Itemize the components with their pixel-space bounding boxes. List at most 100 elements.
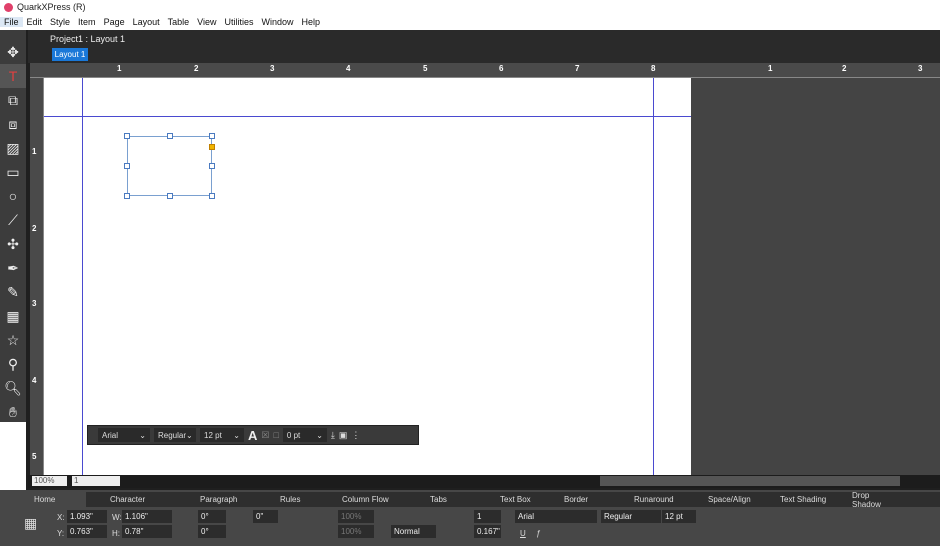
style-dropdown-palette[interactable]: Regular <box>601 510 661 523</box>
menu-edit[interactable]: Edit <box>23 17 47 27</box>
h-label: H: <box>112 529 120 538</box>
picture-content-icon[interactable]: ▨ <box>0 136 26 160</box>
menu-style[interactable]: Style <box>46 17 74 27</box>
text-content-icon[interactable]: T <box>0 64 26 88</box>
more-options-icon[interactable]: ⋮ <box>351 430 360 441</box>
resize-handle[interactable] <box>124 133 130 139</box>
menu-item[interactable]: Item <box>74 17 100 27</box>
tab-home[interactable]: Home <box>10 492 86 507</box>
margin-guide-left[interactable] <box>82 78 83 475</box>
vertical-ruler[interactable]: 1 2 3 4 5 <box>30 78 44 475</box>
x-label: X: <box>57 513 65 522</box>
resize-handle[interactable] <box>209 133 215 139</box>
opacity-field-2[interactable]: 100% <box>338 525 374 538</box>
zoom-icon[interactable]: 🔍︎ <box>0 376 26 400</box>
menu-window[interactable]: Window <box>258 17 298 27</box>
underline-icon[interactable]: U <box>520 529 526 538</box>
frame-color-icon[interactable]: □ <box>273 430 278 440</box>
y-field[interactable]: 0.763" <box>67 525 107 538</box>
corner-radius-field[interactable]: 0" <box>253 510 278 523</box>
tab-runaround[interactable]: Runaround <box>610 492 684 507</box>
text-color-icon[interactable]: A <box>248 428 257 443</box>
ruler-label: 1 <box>32 147 37 156</box>
size-dropdown[interactable]: 12 pt ⌄ <box>200 428 244 442</box>
project-title-bar: Project1 : Layout 1 <box>28 30 940 48</box>
horizontal-ruler[interactable]: 1 2 3 4 5 6 7 8 1 2 3 <box>30 63 940 78</box>
ruler-label: 2 <box>194 64 199 73</box>
tab-space-align[interactable]: Space/Align <box>684 492 756 507</box>
tab-text-shading[interactable]: Text Shading <box>756 492 828 507</box>
reference-point-icon[interactable]: ▦ <box>24 515 37 532</box>
size-value: 12 pt <box>204 430 222 440</box>
move-icon[interactable]: ✥ <box>0 40 26 64</box>
font-dropdown-palette[interactable]: Arial <box>515 510 597 523</box>
x-field[interactable]: 1.093" <box>67 510 107 523</box>
linking-icon[interactable]: ⧉ <box>0 88 26 112</box>
overflow-indicator[interactable] <box>209 144 215 150</box>
stroke-width-dropdown[interactable]: 0 pt ⌄ <box>282 428 327 442</box>
h-field[interactable]: 0.78" <box>122 525 172 538</box>
resize-handle[interactable] <box>209 163 215 169</box>
ruler-label: 2 <box>842 64 847 73</box>
resize-handle[interactable] <box>124 163 130 169</box>
stroke-value: 0 pt <box>286 430 301 440</box>
app-title: QuarkXPress (R) <box>17 2 86 12</box>
menu-table[interactable]: Table <box>164 17 194 27</box>
text-box[interactable] <box>124 133 215 199</box>
rectangle-box-icon[interactable]: ▭ <box>0 160 26 184</box>
tools-palette: ✥ T ⧉ ⧈ ▨ ▭ ○ ⟋ ✣ ✒ ✎ ▦ ☆ ⚲ 🔍︎ ✋︎ <box>0 30 26 422</box>
pencil-icon[interactable]: ✎ <box>0 280 26 304</box>
size-dropdown-palette[interactable]: 12 pt <box>662 510 696 523</box>
menu-file[interactable]: File <box>0 17 23 27</box>
star-icon[interactable]: ☆ <box>0 328 26 352</box>
tab-text-box[interactable]: Text Box <box>476 492 540 507</box>
tab-rules[interactable]: Rules <box>256 492 318 507</box>
gutter-field[interactable]: 0.167" <box>474 525 501 538</box>
menu-page[interactable]: Page <box>100 17 129 27</box>
blend-mode-dropdown[interactable]: Normal <box>391 525 436 538</box>
ruler-label: 1 <box>768 64 773 73</box>
tab-character[interactable]: Character <box>86 492 176 507</box>
eyedropper-icon[interactable]: ⚲ <box>0 352 26 376</box>
menu-utilities[interactable]: Utilities <box>221 17 258 27</box>
oval-box-icon[interactable]: ○ <box>0 184 26 208</box>
columns-field[interactable]: 1 <box>474 510 501 523</box>
resize-handle[interactable] <box>167 133 173 139</box>
font-dropdown[interactable]: Arial ⌄ <box>98 428 150 442</box>
tab-border[interactable]: Border <box>540 492 610 507</box>
table-icon[interactable]: ▦ <box>0 304 26 328</box>
tab-column-flow[interactable]: Column Flow <box>318 492 406 507</box>
pen-icon[interactable]: ✒ <box>0 256 26 280</box>
title-bar: QuarkXPress (R) <box>0 0 940 14</box>
opacity-field[interactable]: 100% <box>338 510 374 523</box>
unlinking-icon[interactable]: ⧈ <box>0 112 26 136</box>
resize-handle[interactable] <box>209 193 215 199</box>
angle-field[interactable]: 0° <box>198 510 226 523</box>
bezier-icon[interactable]: ✣ <box>0 232 26 256</box>
tab-paragraph[interactable]: Paragraph <box>176 492 256 507</box>
menu-help[interactable]: Help <box>298 17 325 27</box>
page-field[interactable]: 1 <box>72 476 120 486</box>
tab-tabs[interactable]: Tabs <box>406 492 476 507</box>
hand-icon[interactable]: ✋︎ <box>0 400 26 424</box>
import-icon[interactable]: ⤓ <box>331 430 335 441</box>
tab-layout-1[interactable]: Layout 1 <box>52 48 88 61</box>
ruler-label: 6 <box>499 64 504 73</box>
menu-layout[interactable]: Layout <box>129 17 164 27</box>
w-field[interactable]: 1.106" <box>122 510 172 523</box>
no-fill-icon[interactable]: ☒ <box>261 430 269 441</box>
resize-handle[interactable] <box>167 193 173 199</box>
zoom-field[interactable]: 100% <box>32 476 67 486</box>
margin-guide-right[interactable] <box>653 78 654 475</box>
resize-handle[interactable] <box>124 193 130 199</box>
margin-guide-top[interactable] <box>44 116 691 117</box>
style-dropdown[interactable]: Regular ⌄ <box>154 428 196 442</box>
skew-field[interactable]: 0° <box>198 525 226 538</box>
line-icon[interactable]: ⟋ <box>0 208 26 232</box>
ruler-label: 5 <box>423 64 428 73</box>
horizontal-scrollbar[interactable] <box>600 476 900 486</box>
fit-frame-icon[interactable]: ▣ <box>339 430 348 441</box>
function-icon[interactable]: ƒ <box>536 529 540 538</box>
menu-view[interactable]: View <box>193 17 220 27</box>
tab-drop-shadow[interactable]: Drop Shadow <box>828 491 900 509</box>
